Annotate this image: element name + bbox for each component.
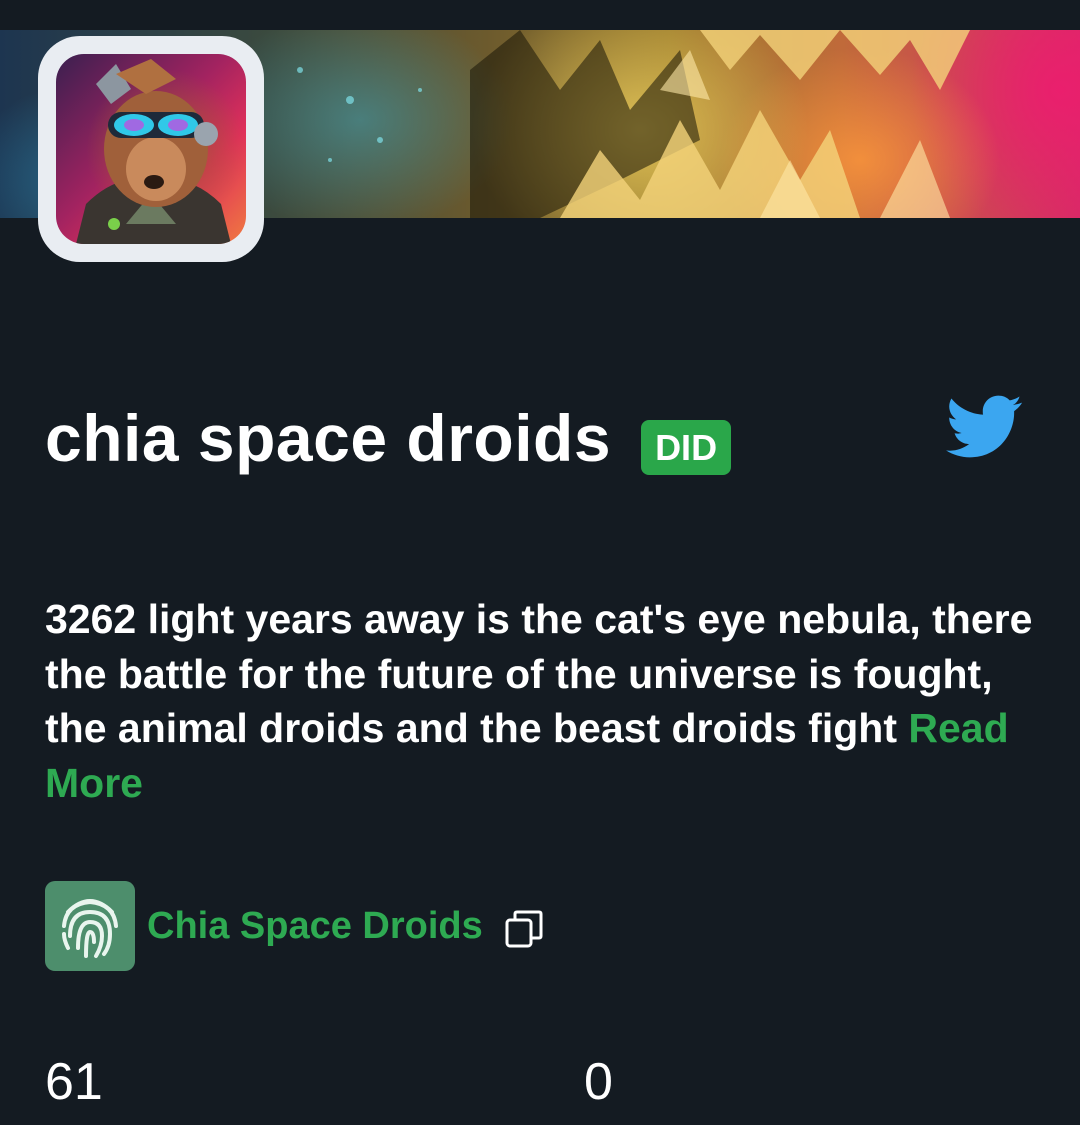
- description-text: 3262 light years away is the cat's eye n…: [45, 596, 1033, 751]
- avatar-artwork: [76, 59, 231, 244]
- copy-button[interactable]: [503, 908, 545, 950]
- fingerprint-icon: [62, 899, 118, 958]
- stat-value-1: 61: [45, 1053, 103, 1111]
- stat-value-2: 0: [584, 1053, 613, 1111]
- copy-icon: [505, 910, 543, 948]
- top-strip: [0, 0, 1080, 30]
- creator-name: Chia Space Droids: [147, 904, 483, 947]
- did-badge: DID: [641, 419, 732, 475]
- creator-avatar: [45, 881, 135, 971]
- title-row: chia space droids DID: [45, 393, 732, 483]
- collection-avatar-frame: [38, 36, 264, 262]
- collection-avatar: [56, 54, 246, 244]
- twitter-link[interactable]: [944, 388, 1026, 464]
- collection-title: chia space droids: [45, 401, 612, 475]
- collection-description: 3262 light years away is the cat's eye n…: [45, 592, 1035, 810]
- twitter-icon: [946, 395, 1022, 458]
- creator-row[interactable]: Chia Space Droids: [45, 880, 545, 972]
